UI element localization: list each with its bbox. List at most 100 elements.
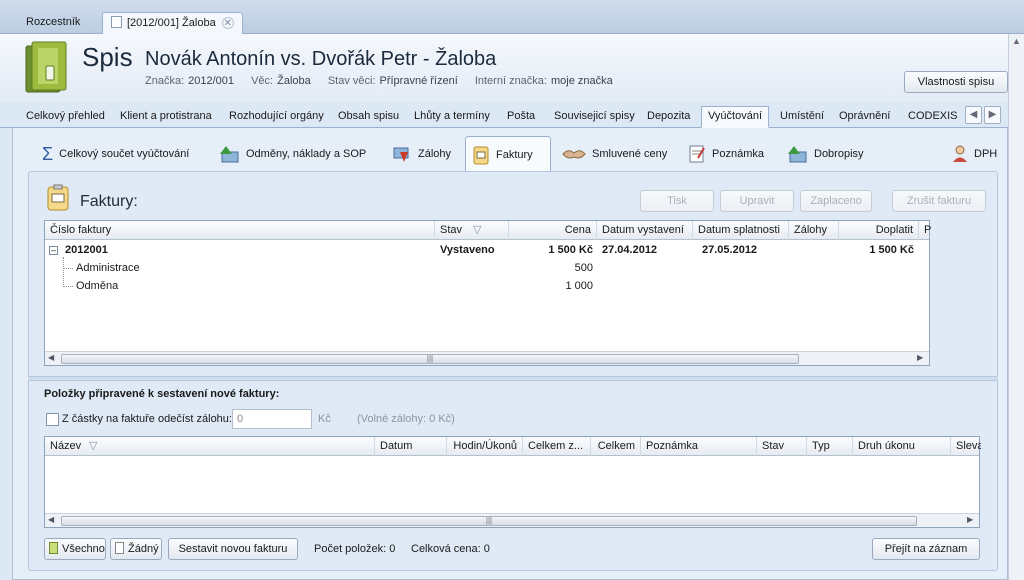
window-scrollbar[interactable]: ▲ [1008,34,1024,580]
tab-mail[interactable]: Pošta [501,107,541,127]
tab-permissions[interactable]: Oprávnění [833,107,896,127]
col-state[interactable]: Stav [757,437,807,456]
subtab-credit-notes[interactable]: Dobropisy [780,136,870,172]
cancel-invoice-button[interactable]: Zrušit fakturu [892,190,986,212]
subtab-fees[interactable]: Odměny, náklady a SOP [212,136,372,172]
col-invoice-number[interactable]: Číslo faktury [45,221,435,240]
invoices-title: Faktury: [80,193,138,210]
tab-rozcestnik[interactable]: Rozcestník [18,12,88,34]
invoices-table[interactable]: Číslo faktury Stav ▽ Cena Datum vystavení… [44,220,931,366]
tree-connector [63,286,73,287]
print-button[interactable]: Tisk [640,190,714,212]
col-discount[interactable]: Sleva [951,437,981,456]
tab-billing[interactable]: Vyúčtování [701,106,770,128]
tab-authorities[interactable]: Rozhodující orgány [223,107,330,127]
billing-sub-tabs: Σ Celkový součet vyúčtování Odměny, nákla… [12,136,1008,172]
select-none-button[interactable]: Žádný [110,538,162,560]
select-all-button[interactable]: Všechno [44,538,106,560]
scroll-left-icon[interactable]: ◀ [48,515,54,524]
collapse-icon[interactable]: – [49,246,58,255]
chevron-left-icon[interactable]: ◀ [965,106,982,124]
items-count: Počet položek: 0 [314,543,396,555]
col-p[interactable]: P [919,221,931,240]
col-status[interactable]: Stav ▽ [435,221,509,240]
col-due[interactable]: Datum splatnosti [693,221,789,240]
col-price[interactable]: Cena [509,221,597,240]
scroll-thumb[interactable]: ||| [61,516,917,526]
invoices-hscrollbar[interactable]: ◀ ||| ▶ [45,351,929,365]
new-items-table-header: Název ▽ Datum Hodin/Úkonů Celkem z... Cel… [45,437,981,456]
tree-connector [63,257,64,287]
new-items-hscrollbar[interactable]: ◀ ||| ▶ [45,513,979,527]
subtab-agreed-prices[interactable]: Smluvené ceny [556,136,673,172]
splitter[interactable] [28,376,998,381]
tab-location[interactable]: Umístění [774,107,830,127]
compose-invoice-button[interactable]: Sestavit novou fakturu [168,538,298,560]
col-total-from[interactable]: Celkem z... [523,437,591,456]
tab-rozcestnik-label: Rozcestník [26,16,81,28]
credit-note-icon [788,146,807,163]
col-remaining[interactable]: Doplatit [839,221,919,240]
invoice-issued: 27.04.2012 [602,244,658,256]
filter-icon: ▽ [89,440,98,452]
sigma-icon: Σ [42,144,54,165]
col-note[interactable]: Poznámka [641,437,757,456]
invoice-status: Vystaveno [440,244,495,256]
scroll-up-icon[interactable]: ▲ [1012,36,1021,46]
col-date[interactable]: Datum [375,437,447,456]
person-icon [953,145,967,163]
tab-deposits[interactable]: Depozita [641,107,696,127]
mark-paid-button[interactable]: Zaplaceno [800,190,872,212]
subtab-advances[interactable]: Zálohy [386,136,457,172]
document-tab-bar: Rozcestník [2012/001] Žaloba ✕ [0,0,1024,34]
subtab-invoices[interactable]: Faktury [465,136,551,172]
subtab-vat[interactable]: DPH [946,136,1003,172]
total-price: Celková cena: 0 [411,543,490,555]
invoice-number[interactable]: 2012001 [65,244,108,256]
deduct-deposit-checkbox[interactable] [46,413,59,426]
col-act-kind[interactable]: Druh úkonu [853,437,951,456]
invoice-item-price: 500 [574,262,593,274]
tab-related[interactable]: Souvisejicí spisy [548,107,641,127]
scroll-thumb[interactable]: ||| [61,354,799,364]
invoice-item-price: 1 000 [565,280,593,292]
invoice-item-name[interactable]: Administrace [76,262,140,274]
col-hours[interactable]: Hodin/Úkonů [447,437,523,456]
tab-overview[interactable]: Celkový přehled [20,107,111,127]
subtab-note[interactable]: Poznámka [682,136,770,172]
new-invoice-title: Položky připravené k sestavení nové fakt… [44,388,280,400]
col-type[interactable]: Typ [807,437,853,456]
advance-down-icon [393,147,409,163]
main-tab-bar: Celkový přehled Klient a protistrana Roz… [0,102,1008,128]
scroll-left-icon[interactable]: ◀ [48,353,54,362]
close-icon[interactable]: ✕ [221,17,234,29]
col-deposits[interactable]: Zálohy [789,221,839,240]
scroll-right-icon[interactable]: ▶ [967,515,973,524]
case-meta: Značka: 2012/001 Věc: Žaloba Stav věci: Pří… [145,75,627,87]
case-properties-button[interactable]: Vlastnosti spisu [904,71,1008,93]
scroll-right-icon[interactable]: ▶ [917,353,923,362]
chevron-right-icon[interactable]: ▶ [984,106,1001,124]
tab-contents[interactable]: Obsah spisu [332,107,405,127]
tab-codexis[interactable]: CODEXIS [902,107,964,127]
go-to-record-button[interactable]: Přejít na záznam [872,538,980,560]
handshake-icon [562,150,586,159]
tab-client[interactable]: Klient a protistrana [114,107,218,127]
deduct-deposit-input[interactable]: 0 [232,409,312,429]
invoice-large-icon [47,184,69,211]
invoice-price: 1 500 Kč [548,244,593,256]
edit-button[interactable]: Upravit [720,190,794,212]
tab-case-label: [2012/001] Žaloba [127,17,216,29]
col-issued[interactable]: Datum vystavení [597,221,693,240]
col-total[interactable]: Celkem [591,437,641,456]
tab-deadlines[interactable]: Lhůty a termíny [408,107,496,127]
uncheck-all-icon [115,542,124,554]
invoice-item-name[interactable]: Odměna [76,280,118,292]
col-name[interactable]: Název ▽ [45,437,375,456]
free-deposits-label: (Volné zálohy: 0 Kč) [357,413,455,425]
document-icon [111,16,122,28]
subtab-total[interactable]: Σ Celkový součet vyúčtování [36,136,195,172]
invoice-due: 27.05.2012 [702,244,758,256]
tab-case-document[interactable]: [2012/001] Žaloba ✕ [102,12,243,34]
new-items-table[interactable]: Název ▽ Datum Hodin/Úkonů Celkem z... Cel… [44,436,981,528]
